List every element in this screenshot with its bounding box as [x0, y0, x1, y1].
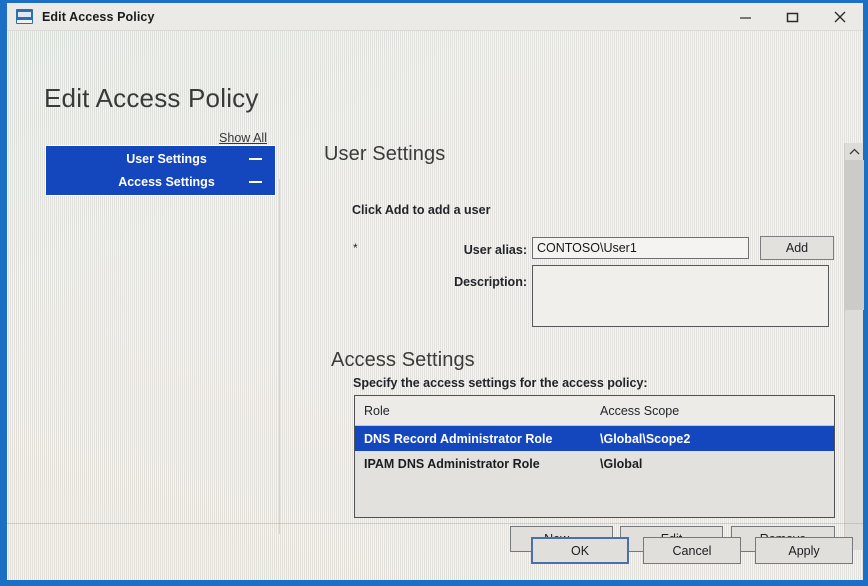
- ipam-policy-icon: [16, 9, 33, 24]
- window-controls: [722, 3, 863, 31]
- page-title: Edit Access Policy: [44, 83, 259, 113]
- table-header-row: Role Access Scope: [355, 396, 834, 426]
- minus-icon[interactable]: [249, 180, 262, 183]
- maximize-icon[interactable]: [769, 3, 816, 31]
- table-row[interactable]: IPAM DNS Administrator Role \Global: [355, 451, 834, 476]
- access-settings-table: Role Access Scope DNS Record Administrat…: [354, 395, 835, 518]
- cell-role: DNS Record Administrator Role: [364, 431, 553, 446]
- title-bar: Edit Access Policy: [7, 3, 863, 31]
- chevron-up-icon[interactable]: [845, 143, 864, 160]
- user-settings-heading: User Settings: [324, 143, 446, 165]
- section-navigation: User Settings Access Settings: [45, 145, 276, 196]
- description-input[interactable]: [532, 265, 829, 327]
- apply-button[interactable]: Apply: [755, 537, 853, 564]
- pane-divider: [279, 179, 280, 534]
- minus-icon[interactable]: [249, 157, 262, 160]
- cell-access-scope: \Global: [600, 456, 643, 471]
- add-user-hint: Click Add to add a user: [352, 203, 491, 217]
- cell-access-scope: \Global\Scope2: [600, 431, 691, 446]
- vertical-scrollbar[interactable]: [844, 143, 864, 550]
- sidebar-item-access-settings[interactable]: Access Settings: [46, 170, 275, 193]
- user-alias-input[interactable]: [532, 237, 749, 259]
- footer-divider: [7, 523, 863, 524]
- settings-pane: User Settings Click Add to add a user * …: [307, 135, 839, 555]
- edit-access-policy-window: Edit Access Policy Edit Access Policy Sh…: [0, 0, 868, 586]
- sidebar-item-label: User Settings: [126, 151, 207, 166]
- scrollbar-thumb[interactable]: [845, 160, 864, 310]
- column-header-access-scope: Access Scope: [600, 403, 680, 418]
- add-button[interactable]: Add: [760, 236, 834, 260]
- window-title: Edit Access Policy: [42, 9, 155, 24]
- access-settings-instruction: Specify the access settings for the acce…: [353, 376, 648, 390]
- column-header-role: Role: [364, 403, 390, 418]
- description-label: Description:: [454, 275, 527, 289]
- table-row[interactable]: DNS Record Administrator Role \Global\Sc…: [355, 426, 834, 451]
- cancel-button[interactable]: Cancel: [643, 537, 741, 564]
- ok-button[interactable]: OK: [531, 537, 629, 564]
- close-icon[interactable]: [816, 3, 863, 31]
- sidebar-item-label: Access Settings: [118, 174, 215, 189]
- minimize-icon[interactable]: [722, 3, 769, 31]
- user-alias-label: User alias:: [463, 243, 527, 257]
- dialog-client-area: Edit Access Policy Show All User Setting…: [7, 31, 864, 580]
- show-all-link[interactable]: Show All: [219, 131, 267, 145]
- sidebar-item-user-settings[interactable]: User Settings: [46, 147, 275, 170]
- access-settings-heading: Access Settings: [331, 349, 475, 371]
- cell-role: IPAM DNS Administrator Role: [364, 456, 540, 471]
